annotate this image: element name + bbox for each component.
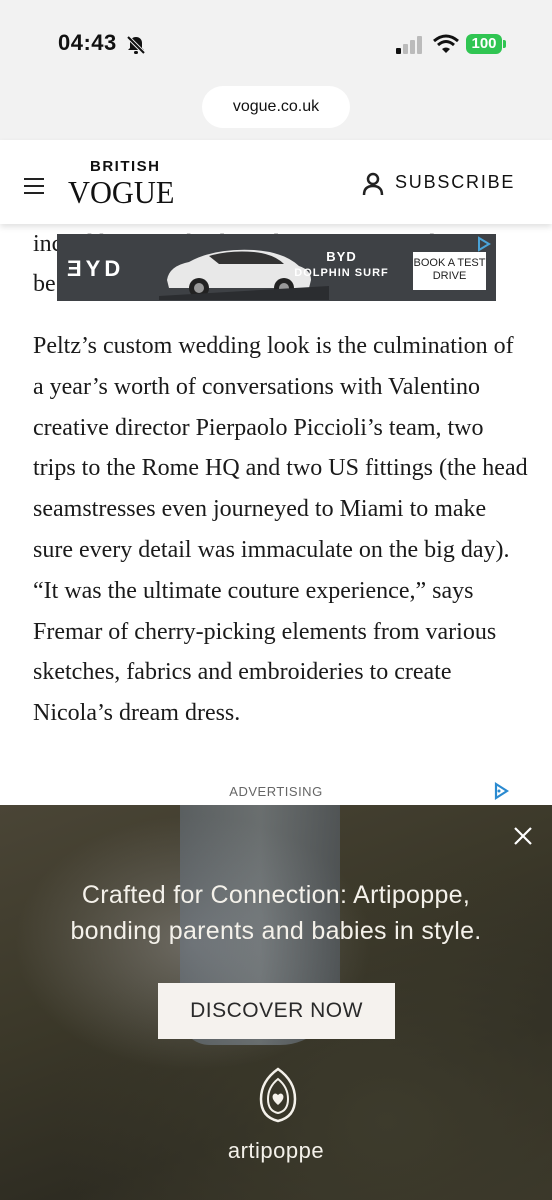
adchoices-icon[interactable] (476, 236, 492, 252)
logo-british[interactable]: BRITISH (90, 158, 161, 175)
byd-brand: BYD (326, 249, 357, 264)
browser-url-bar: vogue.co.uk (0, 86, 552, 140)
byd-ad-banner[interactable]: ƎYD BYD DOLPHIN SURF BOOK A TEST DRIVE (57, 234, 496, 301)
byd-model: DOLPHIN SURF (294, 267, 389, 279)
status-bar: 04:43 100 (0, 0, 552, 86)
close-icon[interactable] (512, 825, 534, 847)
artipoppe-wordmark: artipoppe (227, 1138, 325, 1163)
user-icon[interactable] (362, 172, 384, 196)
status-time: 04:43 (58, 30, 117, 55)
wifi-icon (433, 34, 459, 53)
discover-now-button[interactable]: DISCOVER NOW (158, 983, 395, 1039)
book-test-drive-button[interactable]: BOOK A TEST DRIVE (413, 252, 486, 290)
battery-indicator: 100 (466, 34, 502, 54)
artipoppe-ad[interactable]: Crafted for Connection: Artipoppe, bondi… (0, 805, 552, 1200)
artipoppe-logo-icon (259, 1067, 297, 1123)
menu-icon[interactable] (24, 178, 44, 194)
cellular-signal-icon (396, 36, 422, 54)
byd-model-text: BYD DOLPHIN SURF (279, 249, 404, 279)
byd-logo: ƎYD (67, 256, 125, 281)
battery-nub (503, 40, 506, 48)
subscribe-button[interactable]: SUBSCRIBE (395, 172, 515, 193)
bell-muted-icon (126, 35, 146, 55)
url-field[interactable]: vogue.co.uk (202, 86, 350, 128)
advertising-label: ADVERTISING (229, 784, 323, 799)
ad-headline: Crafted for Connection: Artipoppe, bondi… (0, 877, 552, 949)
site-header: BRITISH VOGUE SUBSCRIBE (0, 140, 552, 224)
adchoices-icon[interactable] (492, 782, 510, 800)
article-paragraph: Peltz’s custom wedding look is the culmi… (33, 333, 528, 727)
logo-vogue[interactable]: VOGUE (68, 174, 174, 211)
ad-headline-line2: bonding parents and babies in style. (70, 917, 482, 945)
ad-headline-line1: Crafted for Connection: Artipoppe, (81, 881, 471, 909)
